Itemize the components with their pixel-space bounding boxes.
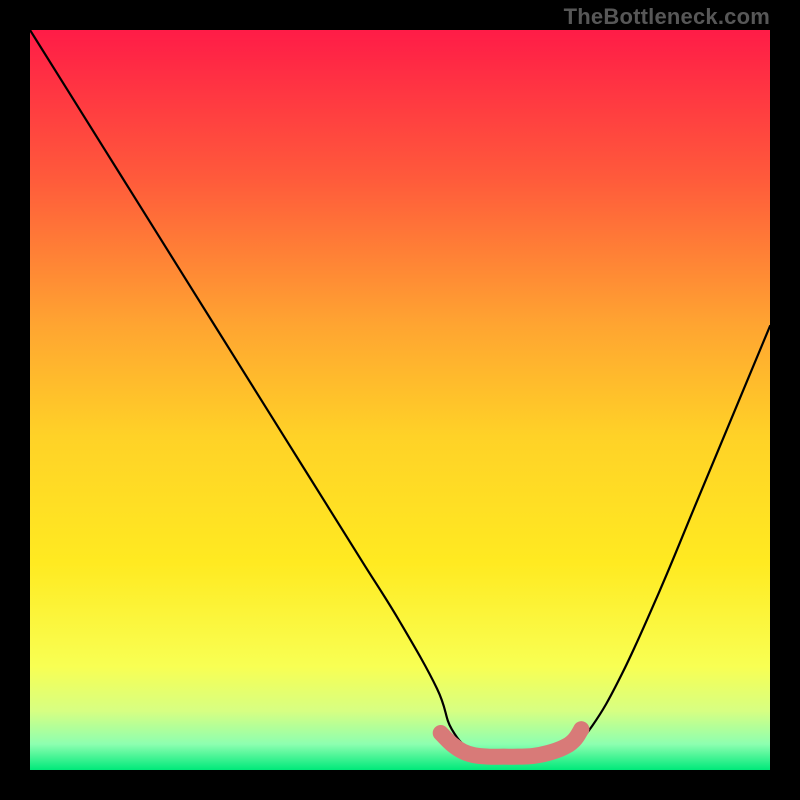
credit: TheBottleneck.com	[564, 4, 770, 30]
plateau-end-dot	[573, 721, 589, 737]
chart-frame: TheBottleneck.com	[0, 0, 800, 800]
chart-svg	[30, 30, 770, 770]
chart-background	[30, 30, 770, 770]
plot-area	[30, 30, 770, 770]
